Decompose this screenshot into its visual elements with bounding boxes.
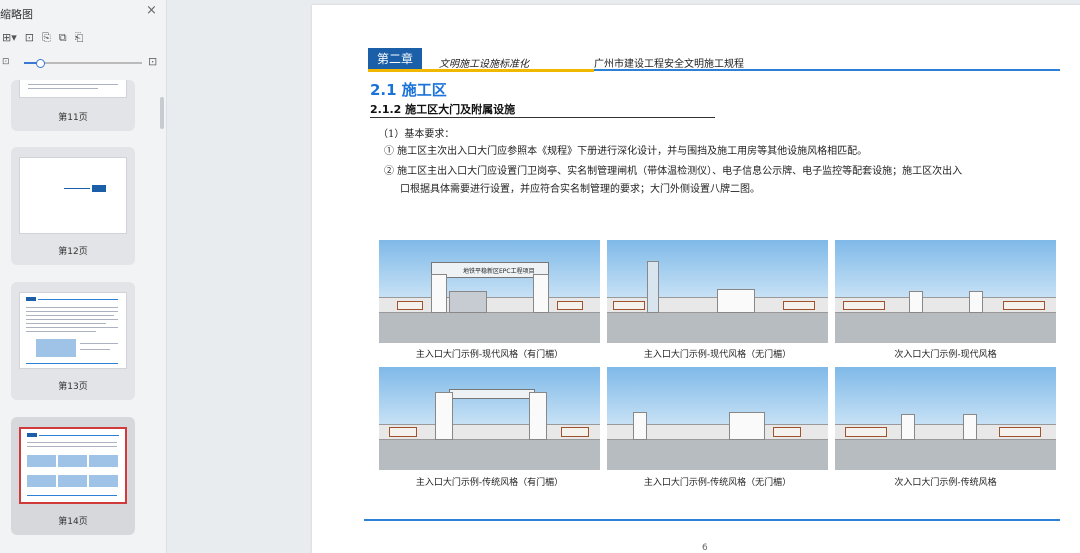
thumbnail-label: 第14页 [58, 517, 88, 527]
thumbnail-zoom-slider[interactable]: ⊡ ⊡ [2, 55, 162, 69]
gate-figure-secondary-traditional [835, 367, 1056, 470]
document-page: 第二章 文明施工设施标准化 广州市建设工程安全文明施工规程 2.1 施工区 2.… [312, 5, 1080, 553]
page-number: 6 [702, 543, 708, 553]
thumbnail-image [19, 80, 127, 98]
requirement-item-1: ① 施工区主次出入口大门应参照本《规程》下册进行深化设计，并与围挡及施工用房等其… [384, 146, 868, 157]
zoom-in-icon[interactable]: ⊡ [148, 55, 157, 68]
thumbnail-page-13[interactable]: 第13页 [11, 282, 135, 400]
chapter-tag: 文明施工设施标准化 [439, 59, 529, 70]
insert-page-icon[interactable]: ⊡ [25, 31, 34, 45]
thumbnail-page-12[interactable]: 第12页 [11, 147, 135, 265]
subsection-rule [370, 117, 715, 118]
thumbnail-page-14[interactable]: 第14页 [11, 417, 135, 535]
requirement-item-2: ② 施工区主出入口大门应设置门卫岗亭、实名制管理闸机（带体温检测仪）、电子信息公… [384, 166, 963, 177]
document-title: 广州市建设工程安全文明施工规程 [594, 59, 744, 70]
zoom-handle[interactable] [36, 59, 45, 68]
thumbnail-label: 第12页 [58, 247, 88, 257]
sidebar-toolbar: ⊞▾ ⊡ ⎘ ⧉ ⎗ [2, 31, 83, 45]
thumbnail-image [19, 427, 127, 504]
replace-page-icon[interactable]: ⎗ [75, 31, 84, 45]
thumbnail-image [19, 292, 127, 369]
figure-caption: 主入口大门示例-传统风格（无门楣） [643, 478, 792, 488]
figure-caption: 次入口大门示例-传统风格 [894, 478, 997, 488]
close-icon[interactable]: × [146, 3, 157, 18]
figure-caption: 次入口大门示例-现代风格 [894, 350, 997, 360]
layout-grid-icon[interactable]: ⊞▾ [2, 31, 17, 45]
footer-rule [364, 519, 1060, 521]
zoom-out-icon[interactable]: ⊡ [2, 57, 10, 67]
sidebar-scrollbar[interactable] [160, 97, 164, 129]
section-heading: 2.1 施工区 [370, 81, 447, 99]
gate-figure-secondary-modern [835, 240, 1056, 343]
thumbnail-page-11[interactable]: 第11页 [11, 80, 135, 131]
header-rule-yellow [368, 69, 594, 72]
gate-figure-traditional-no-lintel [607, 367, 828, 470]
chapter-badge: 第二章 [368, 48, 422, 70]
thumbnail-label: 第13页 [58, 382, 88, 392]
figure-caption: 主入口大门示例-现代风格（有门楣） [415, 350, 564, 360]
subsection-heading: 2.1.2 施工区大门及附属设施 [370, 103, 516, 116]
zoom-track[interactable] [24, 59, 142, 68]
gate-sign: 地铁平稳新区EPC工程项目 [463, 268, 535, 275]
gate-figure-traditional-lintel [379, 367, 600, 470]
basic-requirements: （1）基本要求： [378, 129, 455, 140]
thumbnail-label: 第11页 [58, 113, 88, 123]
thumbnail-sidebar: 缩略图 × ⊞▾ ⊡ ⎘ ⧉ ⎗ ⊡ ⊡ 第11页 第12页 第13页 第14页 [0, 0, 167, 553]
gate-figure-modern-lintel: 地铁平稳新区EPC工程项目 [379, 240, 600, 343]
header-rule-blue [594, 69, 1060, 71]
copy-page-icon[interactable]: ⧉ [59, 31, 67, 45]
thumbnail-image [19, 157, 127, 234]
figure-caption: 主入口大门示例-现代风格（无门楣） [643, 350, 792, 360]
figure-caption: 主入口大门示例-传统风格（有门楣） [415, 478, 564, 488]
sidebar-title: 缩略图 [0, 8, 33, 21]
extract-page-icon[interactable]: ⎘ [42, 31, 51, 45]
gate-figure-modern-no-lintel [607, 240, 828, 343]
requirement-item-2-cont: 口根据具体需要进行设置，并应符合实名制管理的要求；大门外侧设置八牌二图。 [400, 184, 760, 195]
